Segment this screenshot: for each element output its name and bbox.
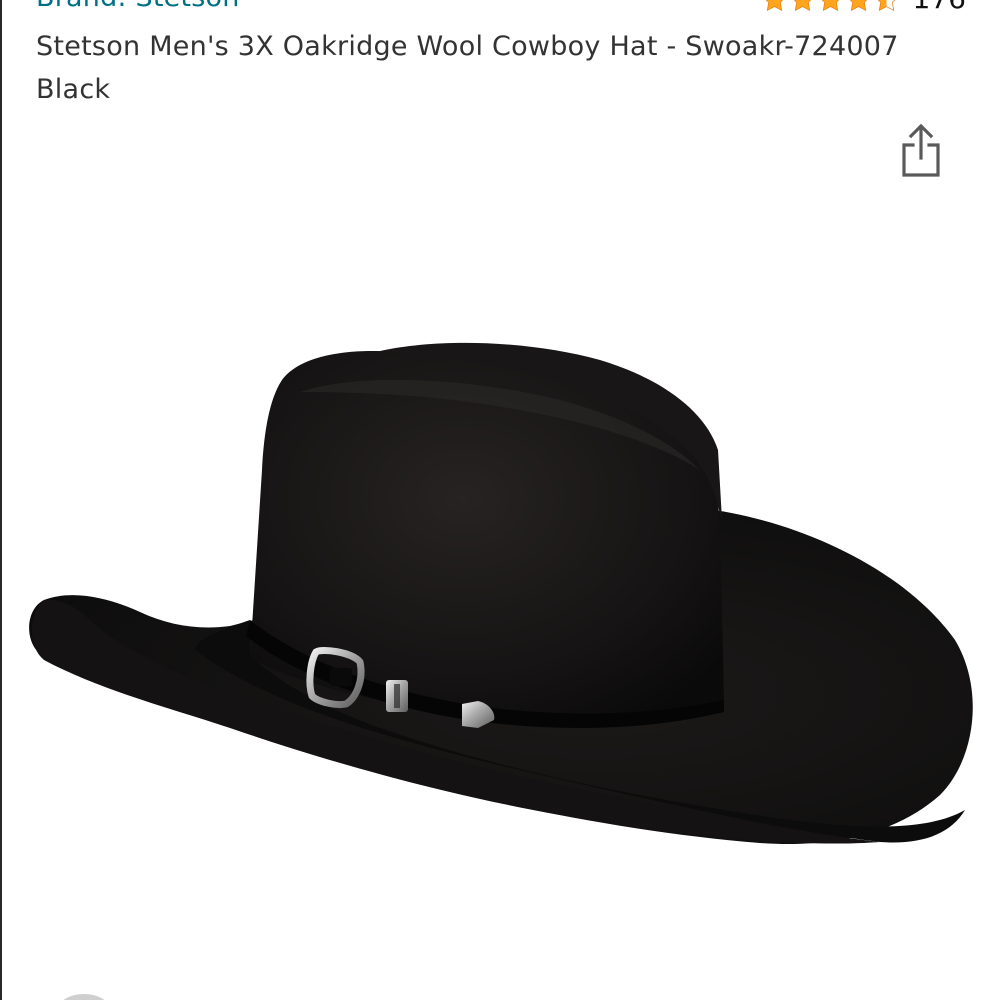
next-content-peek — [60, 994, 108, 1000]
product-image[interactable] — [0, 300, 1000, 900]
star-full-icon — [849, 0, 867, 11]
share-button[interactable] — [898, 121, 944, 179]
brand-link[interactable]: Brand: Stetson — [36, 0, 240, 11]
star-full-icon — [765, 0, 783, 11]
star-full-icon — [821, 0, 839, 11]
cowboy-hat-image — [29, 342, 973, 845]
star-full-icon — [793, 0, 811, 11]
star-rating — [761, 0, 901, 13]
rating-summary[interactable]: 176 — [761, 0, 966, 15]
share-icon — [902, 123, 940, 177]
review-count: 176 — [913, 0, 966, 13]
product-title: Stetson Men's 3X Oakridge Wool Cowboy Ha… — [36, 31, 899, 105]
product-detail-page: Brand: Stetson 176 Stetson Men's 3X Oakr… — [0, 0, 1000, 1000]
star-half-icon — [877, 0, 895, 11]
